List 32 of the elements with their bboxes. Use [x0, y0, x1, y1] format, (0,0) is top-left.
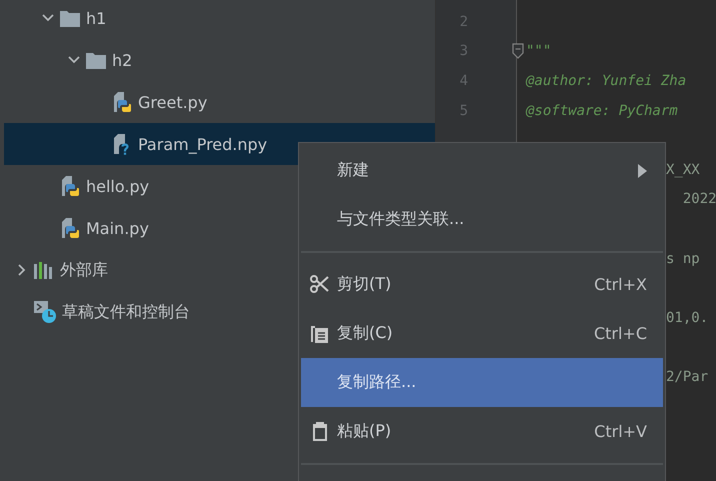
scissors-icon — [310, 274, 330, 295]
folder-icon — [60, 9, 80, 27]
menu-item[interactable]: 复制路径... — [301, 358, 663, 407]
menu-item[interactable]: 复制(C) Ctrl+C — [301, 309, 663, 358]
folder-icon — [86, 51, 106, 69]
chevron-right-icon — [16, 264, 28, 276]
python-file-icon — [112, 92, 132, 112]
python-file-icon — [60, 218, 80, 238]
shortcut-text: Ctrl+X — [594, 275, 647, 294]
shortcut-text: Ctrl+V — [594, 422, 647, 441]
tree-item[interactable]: Greet.py — [4, 81, 435, 123]
code-text: """ — [526, 43, 552, 60]
chevron-down-icon — [42, 12, 54, 24]
code-text: 01,0. — [666, 310, 708, 326]
clipboard-icon — [310, 421, 330, 442]
shortcut-text: Ctrl+C — [594, 324, 647, 343]
code-text: X_XX — [666, 162, 700, 178]
code-text: 2022 — [682, 191, 716, 208]
menu-item[interactable]: 剪切(T) Ctrl+X — [301, 260, 663, 309]
code-text: 2/Par — [666, 368, 708, 385]
library-icon — [34, 261, 54, 279]
python-file-icon — [60, 176, 80, 196]
tree-item[interactable]: h2 — [4, 39, 435, 81]
code-text: s np — [666, 250, 700, 267]
code-text: @software: PyCharm — [526, 102, 678, 119]
copy-icon — [310, 323, 330, 344]
scratch-console-icon — [34, 301, 56, 323]
tree-item[interactable]: h1 — [4, 0, 435, 39]
chevron-down-icon — [68, 54, 80, 66]
menu-item[interactable]: 与文件类型关联... — [301, 195, 663, 244]
code-text: @author: Yunfei Zha — [526, 72, 686, 89]
menu-item[interactable]: 粘贴(P) Ctrl+V — [301, 407, 663, 456]
